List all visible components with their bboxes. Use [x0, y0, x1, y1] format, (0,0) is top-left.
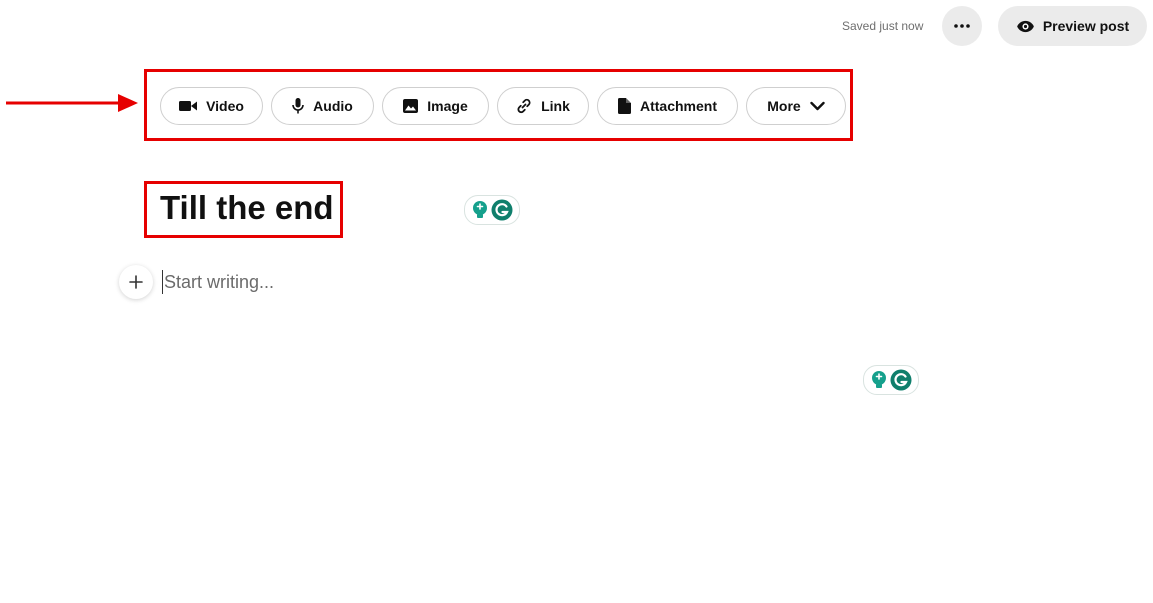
audio-button-label: Audio: [313, 98, 353, 114]
grammarly-widget[interactable]: [863, 365, 919, 395]
add-block-button[interactable]: [119, 265, 153, 299]
preview-post-label: Preview post: [1042, 18, 1130, 34]
audio-button[interactable]: Audio: [271, 87, 374, 125]
lightbulb-icon: [872, 371, 886, 388]
grammarly-widget[interactable]: [464, 195, 520, 225]
link-button[interactable]: Link: [497, 87, 589, 125]
microphone-icon: [292, 98, 304, 114]
attachment-button-label: Attachment: [639, 98, 717, 114]
ellipsis-icon: [954, 24, 970, 28]
post-editor-page: Saved just now Preview post Video Audio …: [0, 0, 1153, 603]
body-text-input[interactable]: Start writing...: [162, 270, 764, 294]
video-button-label: Video: [206, 98, 244, 114]
link-icon: [517, 98, 531, 114]
eye-icon: [1016, 20, 1034, 32]
more-button[interactable]: More: [746, 87, 846, 125]
grammarly-logo-icon: [890, 369, 912, 391]
more-button-label: More: [767, 98, 801, 114]
image-button-label: Image: [427, 98, 468, 114]
link-button-label: Link: [541, 98, 570, 114]
video-camera-icon: [179, 101, 198, 111]
post-title-input[interactable]: Till the end: [160, 188, 334, 228]
more-options-button[interactable]: [942, 6, 982, 46]
plus-icon: [129, 275, 143, 289]
annotation-arrow: [6, 94, 138, 112]
file-icon: [617, 98, 631, 114]
attachment-button[interactable]: Attachment: [597, 87, 738, 125]
lightbulb-icon: [473, 201, 487, 218]
video-button[interactable]: Video: [160, 87, 263, 125]
image-icon: [403, 99, 419, 113]
chevron-down-icon: [810, 101, 825, 111]
saved-status: Saved just now: [842, 19, 924, 33]
grammarly-logo-icon: [491, 199, 513, 221]
media-toolbar: Video Audio Image Link Attachment More: [160, 87, 846, 125]
image-button[interactable]: Image: [382, 87, 489, 125]
preview-post-button[interactable]: Preview post: [998, 6, 1147, 46]
